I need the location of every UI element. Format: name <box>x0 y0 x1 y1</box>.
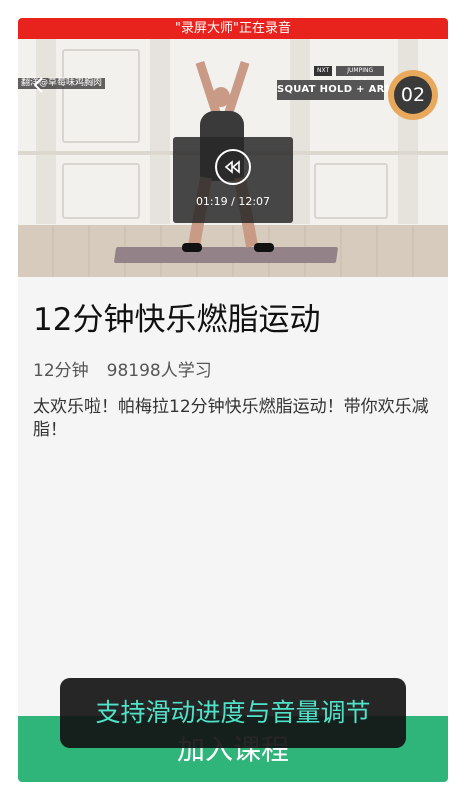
recording-banner: "录屏大师"正在录音 <box>18 18 448 39</box>
course-meta: 12分钟 98198人学习 <box>33 356 212 381</box>
current-exercise-label: SQUAT HOLD + ARMS <box>277 80 402 100</box>
playback-time: 01:19 / 12:07 <box>195 195 271 208</box>
person-shoe <box>254 243 274 252</box>
course-title: 12分钟快乐燃脂运动 <box>33 302 321 338</box>
app-screen: "录屏大师"正在录音 翻洋@草莓味鸡胸肉 NXT JUMPING JACK SQ… <box>18 18 448 782</box>
course-learners: 98198人学习 <box>106 361 212 381</box>
video-pilaster <box>398 39 418 224</box>
person-shoe <box>182 243 202 252</box>
video-pilaster <box>36 39 56 224</box>
wall-panel <box>62 163 140 219</box>
next-tag: NXT <box>314 66 333 76</box>
yoga-mat <box>113 247 339 263</box>
rewind-button[interactable] <box>215 149 251 185</box>
wall-panel <box>314 163 388 219</box>
rewind-icon <box>224 160 240 174</box>
seek-overlay: 01:19 / 12:07 <box>173 137 293 223</box>
back-icon[interactable] <box>31 76 47 94</box>
exercise-counter-value: 02 <box>394 76 432 114</box>
video-pilaster <box>150 39 170 224</box>
next-exercise-name: JUMPING JACK <box>336 66 385 84</box>
toast-message: 支持滑动进度与音量调节 <box>60 678 406 748</box>
wall-panel <box>62 49 140 143</box>
exercise-counter: 02 <box>388 70 438 120</box>
video-player[interactable]: 翻洋@草莓味鸡胸肉 NXT JUMPING JACK SQUAT HOLD + … <box>18 39 448 277</box>
video-pilaster <box>290 39 310 224</box>
person-head <box>212 87 230 107</box>
course-duration: 12分钟 <box>33 361 89 381</box>
next-exercise-indicator: NXT JUMPING JACK <box>314 66 385 84</box>
course-description: 太欢乐啦！帕梅拉12分钟快乐燃脂运动！带你欢乐减脂！ <box>33 397 429 440</box>
